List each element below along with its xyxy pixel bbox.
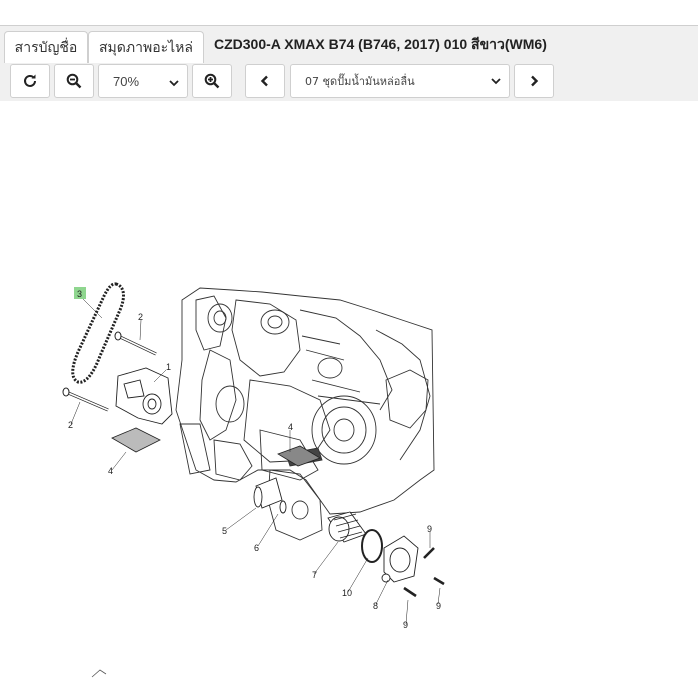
oil-filter-7: [327, 511, 367, 543]
callout-9-right[interactable]: 9: [436, 601, 441, 611]
tab-index[interactable]: สารบัญชื่อ: [4, 31, 88, 63]
oil-pump: [115, 367, 173, 425]
callout-3[interactable]: 3: [77, 289, 82, 299]
zoom-in-button[interactable]: [192, 64, 232, 98]
section-value: 07 ชุดปั๊มน้ำมันหล่อลื่น: [305, 75, 415, 88]
previous-section-button[interactable]: [245, 64, 285, 98]
zoom-value: 70%: [113, 73, 140, 89]
refresh-icon: [22, 73, 38, 89]
drawing-fragment: [91, 669, 107, 678]
callout-9-bottom[interactable]: 9: [403, 620, 408, 630]
chevron-left-icon: [259, 75, 271, 87]
chevron-down-icon: [491, 76, 501, 89]
callout-5[interactable]: 5: [222, 526, 227, 536]
chevron-down-icon: [169, 76, 179, 91]
callout-10[interactable]: 10: [342, 588, 352, 598]
parts-diagram: 3 2 1 2 4 4 5 6 7 10 8 9 9 9: [0, 101, 698, 698]
zoom-out-icon: [66, 73, 82, 89]
page-title: CZD300-A XMAX B74 (B746, 2017) 010 สีขาว…: [214, 36, 547, 52]
callout-4-upper[interactable]: 4: [288, 422, 293, 432]
callout-2-upper[interactable]: 2: [138, 312, 143, 322]
callout-7[interactable]: 7: [312, 570, 317, 580]
callout-8[interactable]: 8: [373, 601, 378, 611]
refresh-button[interactable]: [10, 64, 50, 98]
callout-6[interactable]: 6: [254, 543, 259, 553]
crankcase-drawing: [175, 287, 435, 541]
zoom-select[interactable]: 70%: [98, 64, 188, 98]
callout-1[interactable]: 1: [166, 362, 171, 372]
zoom-in-icon: [204, 73, 220, 89]
tab-parts-catalog[interactable]: สมุดภาพอะไหล่: [88, 31, 204, 63]
filter-cover-8: [381, 535, 419, 583]
callout-9-top[interactable]: 9: [427, 524, 432, 534]
o-ring-10: [361, 529, 383, 563]
strainer-4: [111, 427, 321, 467]
chevron-right-icon: [528, 75, 540, 87]
zoom-out-button[interactable]: [54, 64, 94, 98]
section-select[interactable]: 07 ชุดปั๊มน้ำมันหล่อลื่น: [290, 64, 510, 98]
exploded-view: 3 2 1 2 4 4 5 6 7 10 8 9 9 9: [62, 282, 445, 678]
callout-4-lower[interactable]: 4: [108, 466, 113, 476]
next-section-button[interactable]: [514, 64, 554, 98]
callout-2-lower[interactable]: 2: [68, 420, 73, 430]
